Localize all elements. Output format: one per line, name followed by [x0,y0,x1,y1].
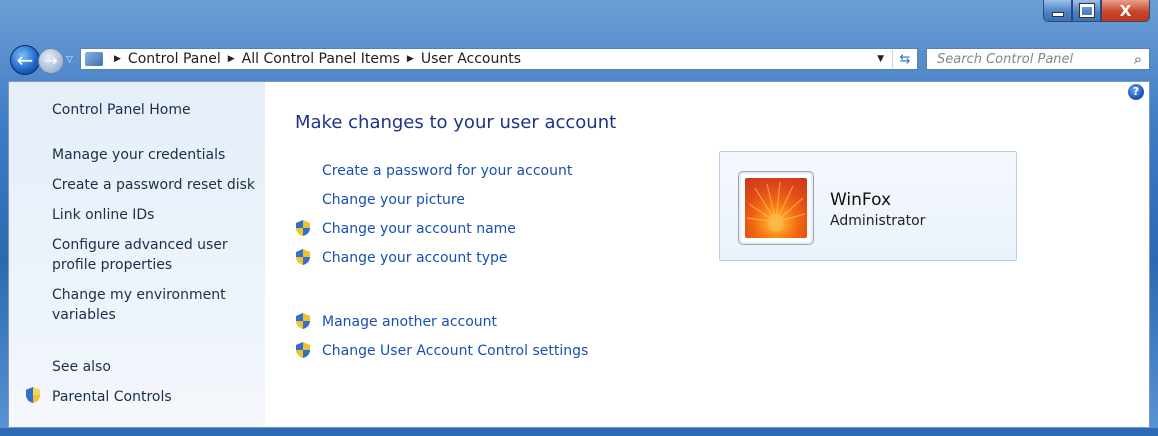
maximize-icon [1078,3,1095,18]
change-picture-link[interactable]: Change your picture [322,190,465,210]
search-icon[interactable]: ⌕ [1127,50,1149,68]
breadcrumb-user-accounts[interactable]: User Accounts [421,51,521,67]
address-dropdown-icon[interactable]: ▼ [877,54,884,64]
uac-shield-icon [25,387,40,403]
sidebar: Control Panel Home Manage your credentia… [9,82,265,427]
breadcrumb-separator-icon[interactable]: ▶ [228,54,235,64]
sidebar-item-control-panel-home[interactable]: Control Panel Home [52,100,191,120]
account-name: WinFox [830,190,892,210]
sidebar-item-environment-variables[interactable]: Change my environment variables [52,285,242,325]
forward-arrow-icon: → [44,51,58,70]
uac-shield-icon [295,249,310,265]
change-account-name-link[interactable]: Change your account name [322,219,516,239]
uac-shield-icon [295,342,310,358]
help-icon[interactable]: ? [1128,84,1144,100]
address-bar[interactable]: ▶ Control Panel ▶ All Control Panel Item… [80,48,918,70]
breadcrumb-control-panel[interactable]: Control Panel [128,51,221,67]
window-frame: X ← → ▽ ▶ Control Panel ▶ All Control Pa… [0,0,1158,436]
uac-settings-link[interactable]: Change User Account Control settings [322,341,588,361]
navigation-bar: ← → ▽ ▶ Control Panel ▶ All Control Pane… [10,43,1150,77]
control-panel-icon [85,52,103,66]
back-button[interactable]: ← [10,45,40,75]
search-input[interactable] [935,50,1127,68]
sidebar-item-manage-credentials[interactable]: Manage your credentials [52,145,225,165]
window-bottom-border [0,428,1158,436]
back-arrow-icon: ← [16,48,34,72]
avatar[interactable] [738,171,814,245]
minimize-icon [1051,12,1064,17]
forward-button[interactable]: → [38,48,64,74]
refresh-icon[interactable]: ⇆ [892,50,917,68]
main-panel: ? Make changes to your user account Crea… [265,82,1149,427]
sidebar-item-password-reset-disk[interactable]: Create a password reset disk [52,175,255,195]
sidebar-item-parental-controls[interactable]: Parental Controls [52,387,172,407]
breadcrumb-all-items[interactable]: All Control Panel Items [242,51,400,67]
maximize-button[interactable] [1072,0,1101,22]
create-password-link[interactable]: Create a password for your account [322,161,572,181]
caption-buttons: X [1043,0,1150,22]
minimize-button[interactable] [1043,0,1072,22]
sidebar-item-link-online-ids[interactable]: Link online IDs [52,205,154,225]
breadcrumb-separator-icon[interactable]: ▶ [407,54,414,64]
content-pane: Control Panel Home Manage your credentia… [8,81,1150,428]
page-title: Make changes to your user account [295,112,617,133]
close-icon: X [1119,1,1132,20]
manage-another-account-link[interactable]: Manage another account [322,312,497,332]
account-role: Administrator [830,213,926,229]
close-button[interactable]: X [1101,0,1150,22]
recent-pages-dropdown[interactable]: ▽ [66,55,76,65]
account-card: WinFox Administrator [719,151,1017,261]
uac-shield-icon [295,220,310,236]
sidebar-item-advanced-profile[interactable]: Configure advanced user profile properti… [52,235,242,275]
flower-petals-icon [746,181,806,231]
breadcrumb-separator-icon[interactable]: ▶ [114,54,121,64]
change-account-type-link[interactable]: Change your account type [322,248,507,268]
uac-shield-icon [295,313,310,329]
search-box[interactable]: ⌕ [926,48,1150,70]
see-also-label: See also [52,359,111,375]
